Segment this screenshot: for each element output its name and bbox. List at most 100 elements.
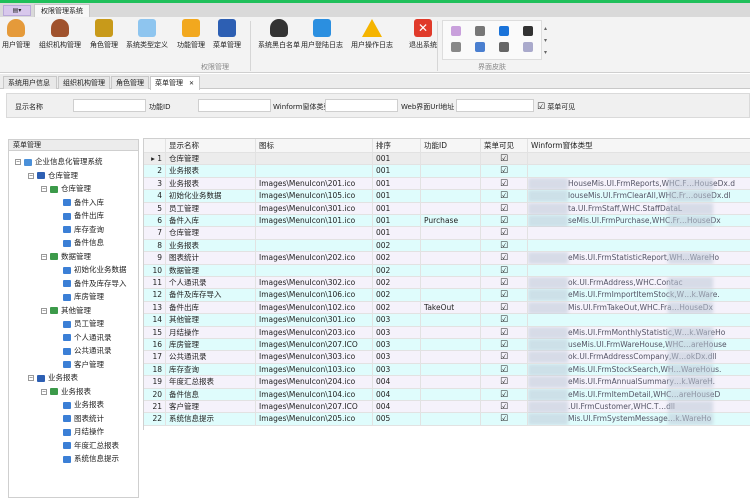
table-row[interactable]: ▸ 1 仓库管理 001 ☑ (144, 153, 750, 166)
ribbon-button-4[interactable]: 功能管理 (177, 19, 205, 50)
ribbon-button-2[interactable]: 角色管理 (90, 19, 118, 50)
table-row[interactable]: 14 其他管理 Images\MenuIcon\301.ico 003 ☑ (144, 314, 750, 327)
table-row[interactable]: 21 客户管理 Images\MenuIcon\207.ICO 004 ☑ .UI.Frm… (144, 401, 750, 414)
table-row[interactable]: 10 数据管理 002 ☑ (144, 264, 750, 277)
menu-visible-checkbox[interactable]: ☑ (481, 277, 528, 289)
table-row[interactable]: 5 员工管理 Images\MenuIcon\301.ico 001 ☑ ta.UI.Fr… (144, 202, 750, 215)
table-row[interactable]: 19 年度汇总报表 Images\MenuIcon\204.ico 004 ☑ eMis.… (144, 376, 750, 389)
menu-visible-checkbox[interactable]: ☑ 菜单可见 (537, 102, 575, 112)
tree-node[interactable]: − 数据管理 (41, 250, 91, 263)
collapse-toggle-icon[interactable]: − (28, 172, 34, 179)
tree-node[interactable]: − 仓库管理 (41, 182, 91, 195)
table-row[interactable]: 18 库存查询 Images\MenuIcon\103.ico 003 ☑ eMis.UI… (144, 363, 750, 377)
menu-visible-checkbox[interactable]: ☑ (481, 239, 528, 252)
tree-node[interactable]: 公共通讯录 (63, 344, 112, 357)
tree-node[interactable]: 年度汇总报表 (63, 439, 119, 452)
winform-type-input[interactable] (325, 99, 398, 112)
table-row[interactable]: 6 备件入库 Images\MenuIcon\101.ico 001 Purchase ☑… (144, 215, 750, 228)
skin-option-6[interactable] (499, 42, 509, 52)
tree-node[interactable]: 库存查询 (63, 223, 104, 236)
table-row[interactable]: 12 备件及库存导入 Images\MenuIcon\106.ico 002 ☑ eMis… (144, 289, 750, 302)
ribbon-button-1[interactable]: 组织机构管理 (39, 19, 81, 50)
web-url-input[interactable] (456, 99, 534, 112)
table-row[interactable]: 16 库房管理 Images\MenuIcon\207.ICO 003 ☑ useMis.… (144, 339, 750, 352)
table-row[interactable]: 8 业务报表 002 ☑ (144, 239, 750, 253)
ribbon-button-3[interactable]: 系统类型定义 (126, 19, 168, 50)
table-row[interactable]: 7 仓库管理 001 ☑ (144, 227, 750, 240)
collapse-toggle-icon[interactable]: − (15, 159, 21, 165)
tab-3[interactable]: 菜单管理 ✕ (150, 76, 200, 90)
menu-visible-checkbox[interactable]: ☑ (481, 301, 528, 314)
menu-visible-checkbox[interactable]: ☑ (481, 314, 528, 327)
menu-visible-checkbox[interactable]: ☑ (481, 351, 528, 364)
tab-0[interactable]: 系统用户信息 (3, 76, 57, 89)
tree-node[interactable]: 图表统计 (63, 412, 104, 425)
tree-node[interactable]: 备件出库 (63, 209, 104, 222)
menu-visible-checkbox[interactable]: ☑ (481, 153, 528, 165)
tree-node[interactable]: 业务报表 (63, 398, 104, 411)
tree-node[interactable]: 初始化业务数据 (63, 263, 127, 276)
tree-node[interactable]: 客户管理 (63, 358, 104, 371)
menu-visible-checkbox[interactable]: ☑ (481, 289, 528, 302)
skin-option-5[interactable] (475, 42, 485, 52)
menu-visible-checkbox[interactable]: ☑ (481, 227, 528, 240)
tab-2[interactable]: 角色管理 (111, 76, 149, 89)
tree-node[interactable]: 月结操作 (63, 425, 104, 438)
table-row[interactable]: 3 业务报表 Images\MenuIcon\201.ico 001 ☑ HouseMis… (144, 177, 750, 191)
gallery-scroll-icon[interactable]: ▴ ▾ ▾ (544, 23, 547, 59)
column-header[interactable]: 菜单可见 (481, 139, 528, 153)
collapse-toggle-icon[interactable]: − (41, 253, 47, 260)
column-header[interactable]: 显示名称 (166, 139, 256, 153)
menu-visible-checkbox[interactable]: ☑ (481, 165, 528, 178)
menu-visible-checkbox[interactable]: ☑ (481, 376, 528, 389)
menu-visible-checkbox[interactable]: ☑ (481, 177, 528, 190)
table-row[interactable]: 17 公共通讯录 Images\MenuIcon\303.ico 003 ☑ ok.UI.… (144, 351, 750, 364)
tree-node[interactable]: − 业务报表 (28, 371, 78, 384)
skin-option-4[interactable] (451, 42, 461, 52)
collapse-toggle-icon[interactable]: − (41, 307, 47, 314)
tree-node[interactable]: − 业务报表 (41, 385, 91, 398)
column-header[interactable]: 图标 (256, 139, 373, 153)
skin-option-1[interactable] (475, 26, 485, 36)
table-row[interactable]: 22 系统信息提示 Images\MenuIcon\205.ico 005 ☑ Mis.U… (144, 413, 750, 426)
collapse-toggle-icon[interactable]: − (41, 388, 47, 395)
menu-visible-checkbox[interactable]: ☑ (481, 363, 528, 376)
table-row[interactable]: 2 业务报表 001 ☑ (144, 165, 750, 178)
collapse-toggle-icon[interactable]: − (28, 375, 34, 381)
tab-1[interactable]: 组织机构管理 (58, 76, 110, 89)
column-header[interactable]: 功能ID (421, 139, 481, 153)
menu-visible-checkbox[interactable]: ☑ (481, 388, 528, 401)
skin-option-3[interactable] (523, 26, 533, 36)
ribbon-button-9[interactable]: ✕ 退出系统 (409, 19, 437, 50)
checkbox-icon[interactable]: ☑ (537, 102, 545, 112)
collapse-toggle-icon[interactable]: − (41, 186, 47, 192)
table-row[interactable]: 13 备件出库 Images\MenuIcon\102.ico 002 TakeOut ☑… (144, 301, 750, 315)
table-row[interactable]: 9 图表统计 Images\MenuIcon\202.ico 002 ☑ eMis.UI.… (144, 252, 750, 265)
table-row[interactable]: 11 个人通讯录 Images\MenuIcon\302.ico 002 ☑ ok.UI.… (144, 277, 750, 290)
tree-node[interactable]: − 其他管理 (41, 304, 91, 317)
menu-visible-checkbox[interactable]: ☑ (481, 190, 528, 203)
tree-node[interactable]: − 企业信息化管理系统 (15, 155, 103, 168)
skin-option-7[interactable] (523, 42, 533, 52)
menu-visible-checkbox[interactable]: ☑ (481, 215, 528, 227)
ribbon-button-5[interactable]: 菜单管理 (213, 19, 241, 50)
ribbon-button-0[interactable]: 用户管理 (2, 19, 30, 50)
menu-visible-checkbox[interactable]: ☑ (481, 326, 528, 339)
skin-option-0[interactable] (451, 26, 461, 36)
table-row[interactable]: 15 月结操作 Images\MenuIcon\203.ico 003 ☑ eMis.UI… (144, 326, 750, 339)
tree-node[interactable]: 备件及库存导入 (63, 277, 127, 290)
display-name-input[interactable] (73, 99, 146, 112)
menu-visible-checkbox[interactable]: ☑ (481, 264, 528, 277)
ribbon-button-8[interactable]: 用户操作日志 (351, 19, 393, 50)
tree-node[interactable]: 备件入库 (63, 196, 104, 209)
menu-visible-checkbox[interactable]: ☑ (481, 413, 528, 426)
application-menu-button[interactable]: ▤▾ (3, 5, 31, 16)
tree-node[interactable]: 个人通讯录 (63, 331, 112, 344)
column-header[interactable] (144, 139, 166, 153)
menu-visible-checkbox[interactable]: ☑ (481, 252, 528, 265)
tree-node[interactable]: 系统信息提示 (63, 452, 119, 465)
ribbon-button-6[interactable]: 系统黑白名单 (258, 19, 300, 50)
skin-option-2[interactable] (499, 26, 509, 36)
menu-visible-checkbox[interactable]: ☑ (481, 202, 528, 215)
tree-node[interactable]: 备件信息 (63, 236, 104, 249)
